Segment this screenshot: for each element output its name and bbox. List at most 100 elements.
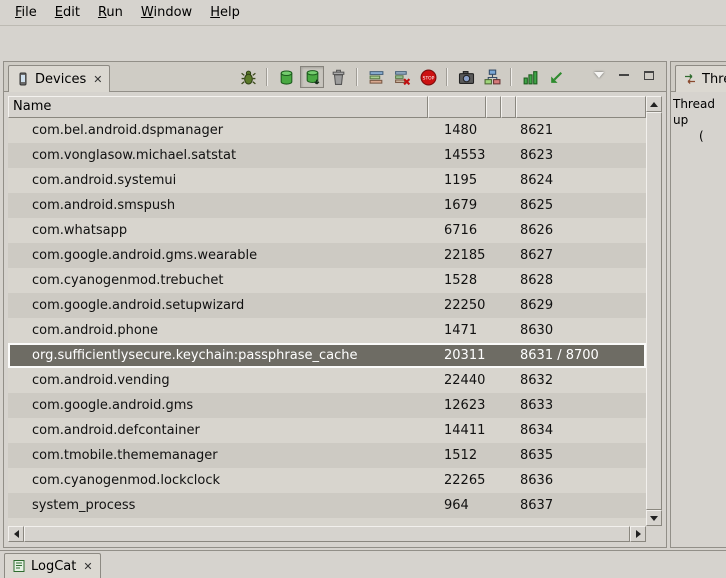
scrollbar-track[interactable] <box>24 526 630 542</box>
process-name: com.vonglasow.michael.satstat <box>8 148 428 163</box>
scroll-up-icon[interactable] <box>646 96 662 112</box>
menu-file[interactable]: File <box>6 2 46 23</box>
scroll-right-icon[interactable] <box>630 526 646 542</box>
column-header-pid[interactable] <box>428 96 486 118</box>
process-name: com.android.systemui <box>8 173 428 188</box>
scroll-down-icon[interactable] <box>646 510 662 526</box>
menu-help[interactable]: Help <box>201 2 249 23</box>
ddms-window: File Edit Run Window Help Devices ✕ <box>0 0 726 577</box>
start-opengl-trace-icon[interactable] <box>544 66 568 88</box>
process-pid: 14553 <box>428 148 486 163</box>
table-row[interactable]: com.google.android.gms.wearable221858627 <box>8 243 646 268</box>
close-icon[interactable]: ✕ <box>91 73 102 86</box>
minimize-icon[interactable] <box>615 67 633 83</box>
process-port: 8636 <box>516 473 646 488</box>
view-menu-icon[interactable] <box>590 67 608 83</box>
process-port: 8627 <box>516 248 646 263</box>
scroll-left-icon[interactable] <box>8 526 24 542</box>
threads-panel-header: Threads <box>671 62 726 92</box>
scrollbar-thumb[interactable] <box>646 112 662 510</box>
process-name: com.google.android.setupwizard <box>8 298 428 313</box>
main-region: Devices ✕ <box>0 60 726 550</box>
process-name: system_process <box>8 498 428 513</box>
process-name: com.whatsapp <box>8 223 428 238</box>
dump-view-hierarchy-icon[interactable] <box>480 66 504 88</box>
table-row[interactable]: com.cyanogenmod.trebuchet15288628 <box>8 268 646 293</box>
screen-capture-icon[interactable] <box>454 66 478 88</box>
menu-bar: File Edit Run Window Help <box>0 0 726 26</box>
process-port: 8635 <box>516 448 646 463</box>
table-row[interactable]: com.tmobile.thememanager15128635 <box>8 443 646 468</box>
device-table-body: com.bel.android.dspmanager14808621com.vo… <box>8 118 646 526</box>
process-port: 8634 <box>516 423 646 438</box>
process-pid: 1528 <box>428 273 486 288</box>
devices-panel: Devices ✕ <box>3 61 667 548</box>
process-name: com.android.defcontainer <box>8 423 428 438</box>
maximize-icon[interactable] <box>640 67 658 83</box>
horizontal-scrollbar[interactable] <box>8 526 646 542</box>
column-header-blank2[interactable] <box>501 96 516 118</box>
table-row[interactable]: com.android.smspush16798625 <box>8 193 646 218</box>
process-name: com.android.smspush <box>8 198 428 213</box>
process-port: 8630 <box>516 323 646 338</box>
update-heap-icon[interactable] <box>274 66 298 88</box>
scrollbar-track[interactable] <box>646 112 662 510</box>
process-pid: 14411 <box>428 423 486 438</box>
table-row[interactable]: com.vonglasow.michael.satstat145538623 <box>8 143 646 168</box>
tab-threads-label: Threads <box>702 72 726 87</box>
table-row[interactable]: com.android.phone1471 8630 <box>8 318 646 343</box>
process-name: com.android.phone <box>8 323 428 338</box>
scrollbar-thumb[interactable] <box>24 526 630 542</box>
column-header-blank1[interactable] <box>486 96 501 118</box>
menu-window[interactable]: Window <box>132 2 201 23</box>
tab-devices-label: Devices <box>35 72 86 87</box>
logcat-bar: LogCat ✕ <box>0 550 726 577</box>
table-row[interactable]: org.sufficientlysecure.keychain:passphra… <box>8 343 646 368</box>
dump-hprof-icon[interactable] <box>300 66 324 88</box>
tab-logcat-label: LogCat <box>31 559 76 574</box>
table-row[interactable]: com.android.defcontainer14411 8634 <box>8 418 646 443</box>
capture-network-usage-icon[interactable] <box>518 66 542 88</box>
logcat-icon <box>12 559 26 573</box>
process-pid: 1679 <box>428 198 486 213</box>
table-row[interactable]: com.android.systemui1195 8624 <box>8 168 646 193</box>
process-port: 8624 <box>516 173 646 188</box>
process-port: 8621 <box>516 123 646 138</box>
stop-process-icon[interactable]: STOP <box>416 66 440 88</box>
vertical-scrollbar[interactable] <box>646 96 662 526</box>
tab-logcat[interactable]: LogCat ✕ <box>4 553 101 578</box>
start-method-profiling-icon[interactable] <box>390 66 414 88</box>
scrollbar-corner <box>646 526 662 542</box>
tab-threads[interactable]: Threads <box>675 65 726 92</box>
tab-devices[interactable]: Devices ✕ <box>8 65 110 92</box>
process-pid: 22265 <box>428 473 486 488</box>
menu-edit[interactable]: Edit <box>46 2 89 23</box>
update-threads-icon[interactable] <box>364 66 388 88</box>
column-header-name[interactable]: Name <box>8 96 428 118</box>
table-row[interactable]: com.android.vending224408632 <box>8 368 646 393</box>
process-pid: 1471 <box>428 323 486 338</box>
debug-process-icon[interactable] <box>236 66 260 88</box>
table-row[interactable]: system_process964 8637 <box>8 493 646 518</box>
threads-panel: Threads Thread up ( <box>670 61 726 548</box>
cause-gc-icon[interactable] <box>326 66 350 88</box>
process-pid: 1195 <box>428 173 486 188</box>
menu-run[interactable]: Run <box>89 2 132 23</box>
process-name: com.google.android.gms.wearable <box>8 248 428 263</box>
process-port: 8631 / 8700 <box>516 348 646 363</box>
svg-text:STOP: STOP <box>422 75 434 81</box>
threads-message-line2: ( <box>673 128 724 144</box>
table-row[interactable]: com.bel.android.dspmanager14808621 <box>8 118 646 143</box>
process-pid: 964 <box>428 498 486 513</box>
table-row[interactable]: com.whatsapp67168626 <box>8 218 646 243</box>
process-port: 8637 <box>516 498 646 513</box>
threads-message-line1: Thread up <box>673 96 724 128</box>
table-row[interactable]: com.cyanogenmod.lockclock222658636 <box>8 468 646 493</box>
process-name: com.android.vending <box>8 373 428 388</box>
table-row[interactable]: com.google.android.gms126238633 <box>8 393 646 418</box>
table-row[interactable]: com.google.android.setupwizard222508629 <box>8 293 646 318</box>
column-header-port[interactable] <box>516 96 646 118</box>
panel-window-buttons <box>590 67 658 83</box>
close-icon[interactable]: ✕ <box>81 560 92 573</box>
process-pid: 22250 <box>428 298 486 313</box>
